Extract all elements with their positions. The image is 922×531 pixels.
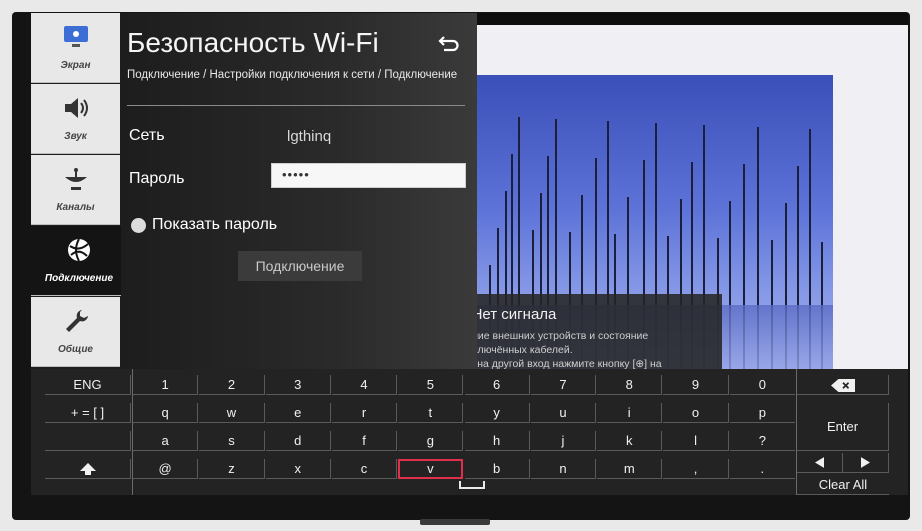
key-b[interactable]: b <box>464 459 530 479</box>
key-t[interactable]: t <box>398 403 464 423</box>
key-n[interactable]: n <box>530 459 597 479</box>
key-c[interactable]: c <box>331 459 398 479</box>
wifi-security-panel: Безопасность Wi-Fi Подключение / Настрой… <box>121 13 477 369</box>
key-d[interactable]: d <box>265 431 331 451</box>
key-w[interactable]: w <box>199 403 265 423</box>
sidebar-item-general[interactable]: Общие <box>31 297 120 367</box>
tv-screen: Нет сигнала (1) Проверьте питание внешни… <box>31 13 908 495</box>
key-question[interactable]: ? <box>729 431 795 451</box>
enter-key[interactable]: Enter <box>797 403 889 451</box>
clear-all-key[interactable]: Clear All <box>797 475 889 495</box>
key-0[interactable]: 0 <box>729 375 795 395</box>
key-s[interactable]: s <box>199 431 265 451</box>
key-r[interactable]: r <box>331 403 398 423</box>
back-icon[interactable] <box>438 33 460 53</box>
key-g[interactable]: g <box>398 431 464 451</box>
speaker-icon <box>64 98 88 118</box>
key-j[interactable]: j <box>530 431 597 451</box>
key-f[interactable]: f <box>331 431 398 451</box>
key-o[interactable]: o <box>663 403 729 423</box>
connect-button[interactable]: Подключение <box>238 251 362 281</box>
divider <box>127 105 465 106</box>
key-h[interactable]: h <box>464 431 530 451</box>
breadcrumb: Подключение / Настройки подключения к се… <box>127 69 458 81</box>
screen-icon <box>63 26 88 47</box>
empty-key <box>45 431 131 451</box>
backspace-icon <box>830 379 855 392</box>
key-v[interactable]: v <box>398 459 464 479</box>
settings-sidebar: Экран Звук Каналы Подключение Общие <box>31 13 127 369</box>
on-screen-keyboard: ENG + = [ ] Enter Clear All 1 2 3 4 5 6 … <box>31 369 908 495</box>
key-k[interactable]: k <box>597 431 663 451</box>
sidebar-item-connection[interactable]: Подключение <box>31 226 127 296</box>
key-1[interactable]: 1 <box>133 375 199 395</box>
shift-key[interactable] <box>45 459 131 479</box>
sidebar-item-screen[interactable]: Экран <box>31 13 120 83</box>
globe-icon <box>68 238 90 262</box>
key-at[interactable]: @ <box>133 459 199 479</box>
sidebar-item-label: Общие <box>58 344 93 355</box>
key-2[interactable]: 2 <box>199 375 265 395</box>
shift-arrow-icon <box>79 463 96 475</box>
key-y[interactable]: y <box>464 403 530 423</box>
arrow-right-icon <box>861 457 870 468</box>
sidebar-item-channels[interactable]: Каналы <box>31 155 120 225</box>
show-password-label: Показать пароль <box>152 216 278 233</box>
show-password-toggle[interactable]: Показать пароль <box>131 216 277 234</box>
cursor-right-key[interactable] <box>843 453 889 473</box>
password-field[interactable]: ••••• <box>271 163 466 188</box>
key-u[interactable]: u <box>530 403 597 423</box>
arrow-left-icon <box>815 457 824 468</box>
key-9[interactable]: 9 <box>663 375 729 395</box>
radio-icon[interactable] <box>131 217 146 233</box>
key-q[interactable]: q <box>133 403 199 423</box>
language-key[interactable]: ENG <box>45 375 131 395</box>
wrench-icon <box>65 310 88 332</box>
key-p[interactable]: p <box>729 403 795 423</box>
satellite-dish-icon <box>64 168 87 190</box>
key-x[interactable]: x <box>265 459 331 479</box>
key-m[interactable]: m <box>597 459 663 479</box>
sidebar-item-label: Подключение <box>44 273 114 284</box>
key-comma[interactable]: , <box>663 459 729 479</box>
sidebar-item-label: Экран <box>60 60 91 71</box>
network-value: lgthinq <box>287 128 332 145</box>
network-label: Сеть <box>129 127 165 144</box>
key-5[interactable]: 5 <box>398 375 464 395</box>
key-i[interactable]: i <box>597 403 663 423</box>
cursor-left-key[interactable] <box>797 453 843 473</box>
key-l[interactable]: l <box>663 431 729 451</box>
page-title: Безопасность Wi-Fi <box>127 27 379 58</box>
key-6[interactable]: 6 <box>464 375 530 395</box>
sidebar-item-sound[interactable]: Звук <box>31 84 120 154</box>
symbols-key[interactable]: + = [ ] <box>45 403 131 423</box>
key-4[interactable]: 4 <box>331 375 398 395</box>
key-period[interactable]: . <box>729 459 795 479</box>
sidebar-item-label: Каналы <box>56 202 95 213</box>
space-key[interactable] <box>459 481 485 489</box>
key-a[interactable]: a <box>133 431 199 451</box>
backspace-key[interactable] <box>797 375 889 395</box>
key-8[interactable]: 8 <box>597 375 663 395</box>
tv-stand <box>420 519 490 525</box>
password-label: Пароль <box>129 170 185 187</box>
keyboard-divider <box>796 369 797 495</box>
key-7[interactable]: 7 <box>530 375 597 395</box>
key-3[interactable]: 3 <box>265 375 331 395</box>
key-e[interactable]: e <box>265 403 331 423</box>
key-z[interactable]: z <box>199 459 265 479</box>
sidebar-item-label: Звук <box>64 131 87 142</box>
